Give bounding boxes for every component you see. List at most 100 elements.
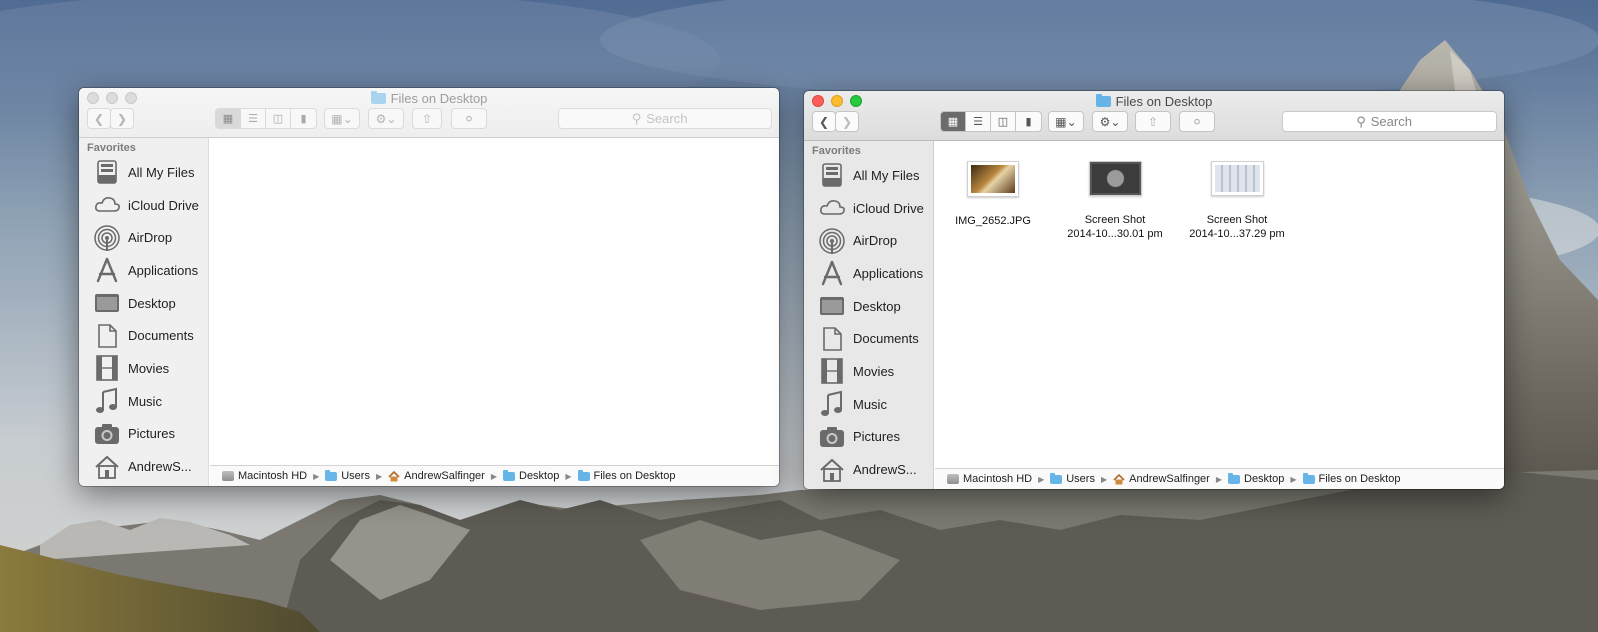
tag-button[interactable]: ⚪ bbox=[451, 108, 487, 129]
sidebar-item-desktop[interactable]: Desktop bbox=[804, 290, 933, 323]
sidebar-item-icloud[interactable]: iCloud Drive bbox=[79, 189, 208, 222]
path-crumb[interactable]: Macintosh HD bbox=[947, 473, 1032, 485]
finder-window-inactive[interactable]: Files on Desktop ❮ ❯ ▦ ☰ ◫ ▮ ▦⌄ ⚙⌄ ⇧ ⚪ ⚲… bbox=[79, 88, 779, 486]
path-crumb[interactable]: Files on Desktop bbox=[1302, 472, 1400, 485]
share-button[interactable]: ⇧ bbox=[412, 108, 442, 129]
action-button[interactable]: ⚙⌄ bbox=[1092, 111, 1128, 132]
path-crumb-label: Users bbox=[341, 470, 370, 482]
path-separator-icon: ▶ bbox=[1038, 474, 1045, 484]
hard-drive-icon bbox=[222, 471, 234, 481]
sidebar-item-pictures[interactable]: Pictures bbox=[79, 418, 208, 451]
icon-view-button[interactable]: ▦ bbox=[941, 112, 966, 131]
sidebar-item-documents[interactable]: Documents bbox=[804, 322, 933, 355]
cover-flow-button[interactable]: ▮ bbox=[1016, 112, 1041, 131]
path-crumb[interactable]: Users bbox=[1050, 472, 1095, 485]
icon-view-button[interactable]: ▦ bbox=[216, 109, 241, 128]
file-item-img-2652[interactable]: IMG_2652.JPG bbox=[933, 161, 1053, 228]
back-button[interactable]: ❮ bbox=[812, 111, 836, 132]
home-icon bbox=[388, 470, 400, 482]
column-view-button[interactable]: ◫ bbox=[266, 109, 291, 128]
folder-icon bbox=[1228, 472, 1240, 484]
sidebar-item-label: AndrewS... bbox=[128, 459, 192, 475]
path-crumb[interactable]: Desktop bbox=[1228, 472, 1285, 485]
sidebar-item-icloud[interactable]: iCloud Drive bbox=[804, 192, 933, 225]
search-icon: ⚲ bbox=[631, 110, 642, 126]
sidebar-item-desktop[interactable]: Desktop bbox=[79, 287, 208, 320]
sidebar-item-applications[interactable]: Applications bbox=[804, 257, 933, 290]
action-button[interactable]: ⚙⌄ bbox=[368, 108, 404, 129]
sidebar-item-movies[interactable]: Movies bbox=[804, 355, 933, 388]
title-bar[interactable]: Files on Desktop ❮ ❯ ▦ ☰ ◫ ▮ ▦⌄ ⚙⌄ ⇧ ⚪ ⚲ bbox=[804, 91, 1504, 141]
title-bar[interactable]: Files on Desktop ❮ ❯ ▦ ☰ ◫ ▮ ▦⌄ ⚙⌄ ⇧ ⚪ ⚲ bbox=[79, 88, 779, 138]
path-crumb[interactable]: AndrewSalfinger bbox=[388, 470, 485, 482]
home-icon bbox=[1113, 473, 1125, 485]
sidebar-item-all-my-files[interactable]: All My Files bbox=[804, 159, 933, 192]
search-input[interactable] bbox=[646, 111, 699, 126]
sidebar-item-music[interactable]: Music bbox=[79, 385, 208, 418]
search-field[interactable]: ⚲ bbox=[558, 108, 772, 129]
arrange-button[interactable]: ▦⌄ bbox=[1048, 111, 1084, 132]
sidebar-item-pictures[interactable]: Pictures bbox=[804, 421, 933, 454]
path-bar: Macintosh HD ▶ Users ▶ AndrewSalfinger ▶ Deskt… bbox=[210, 465, 779, 486]
path-crumb-label: Desktop bbox=[1244, 473, 1285, 485]
path-crumb[interactable]: Files on Desktop bbox=[577, 469, 676, 482]
tag-icon: ⚪ bbox=[463, 111, 475, 126]
search-field[interactable]: ⚲ bbox=[1282, 111, 1497, 132]
sidebar-item-home[interactable]: AndrewS... bbox=[804, 453, 933, 486]
forward-button[interactable]: ❯ bbox=[110, 108, 134, 129]
path-crumb[interactable]: Users bbox=[325, 469, 370, 482]
sidebar-item-label: Desktop bbox=[128, 295, 176, 311]
cover-flow-button[interactable]: ▮ bbox=[291, 109, 316, 128]
window-title: Files on Desktop bbox=[79, 91, 779, 106]
back-button[interactable]: ❮ bbox=[87, 108, 111, 129]
sidebar-item-label: Applications bbox=[853, 265, 924, 281]
movies-icon bbox=[93, 354, 121, 382]
file-content-area[interactable] bbox=[210, 138, 779, 465]
file-content-area[interactable]: IMG_2652.JPG Screen Shot 2014-10...30.01… bbox=[935, 141, 1504, 468]
list-view-button[interactable]: ☰ bbox=[966, 112, 991, 131]
path-crumb[interactable]: Macintosh HD bbox=[222, 470, 307, 482]
sidebar-item-label: Movies bbox=[128, 360, 170, 376]
column-view-button[interactable]: ◫ bbox=[991, 112, 1016, 131]
finder-window-active[interactable]: Files on Desktop ❮ ❯ ▦ ☰ ◫ ▮ ▦⌄ ⚙⌄ ⇧ ⚪ ⚲… bbox=[804, 91, 1504, 489]
sidebar-item-airdrop[interactable]: AirDrop bbox=[79, 221, 208, 254]
path-crumb[interactable]: Desktop bbox=[503, 469, 559, 482]
airdrop-icon bbox=[818, 227, 846, 255]
tag-button[interactable]: ⚪ bbox=[1179, 111, 1215, 132]
chevron-left-icon: ❮ bbox=[818, 114, 830, 129]
hard-drive-icon bbox=[947, 474, 959, 484]
path-separator-icon: ▶ bbox=[1100, 474, 1108, 484]
file-name: IMG_2652.JPG bbox=[955, 215, 1031, 227]
forward-button[interactable]: ❯ bbox=[835, 111, 859, 132]
desktop-icon bbox=[93, 289, 121, 317]
applications-icon bbox=[93, 256, 121, 284]
screenshot-thumbnail bbox=[1088, 161, 1142, 196]
movies-icon bbox=[818, 357, 846, 385]
list-view-button[interactable]: ☰ bbox=[241, 109, 266, 128]
sidebar-item-all-my-files[interactable]: All My Files bbox=[79, 156, 208, 189]
icloud-icon bbox=[93, 191, 121, 219]
folder-icon bbox=[503, 469, 515, 481]
folder-icon bbox=[370, 91, 386, 104]
arrange-button[interactable]: ▦⌄ bbox=[324, 108, 360, 129]
search-input[interactable] bbox=[1370, 114, 1423, 129]
file-item-screenshot-2[interactable]: Screen Shot 2014-10...37.29 pm bbox=[1177, 161, 1297, 241]
sidebar-item-movies[interactable]: Movies bbox=[79, 352, 208, 385]
path-crumb[interactable]: AndrewSalfinger bbox=[1113, 473, 1210, 485]
sidebar-item-label: Pictures bbox=[853, 429, 900, 445]
path-crumb-label: Macintosh HD bbox=[238, 470, 308, 482]
file-item-screenshot-1[interactable]: Screen Shot 2014-10...30.01 pm bbox=[1055, 161, 1175, 241]
sidebar-item-applications[interactable]: Applications bbox=[79, 254, 208, 287]
sidebar-item-music[interactable]: Music bbox=[804, 388, 933, 421]
toolbar: ❮ ❯ ▦ ☰ ◫ ▮ ▦⌄ ⚙⌄ ⇧ ⚪ ⚲ bbox=[79, 108, 779, 132]
sidebar-item-airdrop[interactable]: AirDrop bbox=[804, 224, 933, 257]
documents-icon bbox=[818, 325, 846, 353]
path-crumb-label: Files on Desktop bbox=[593, 470, 676, 482]
toolbar: ❮ ❯ ▦ ☰ ◫ ▮ ▦⌄ ⚙⌄ ⇧ ⚪ ⚲ bbox=[804, 111, 1504, 135]
share-button[interactable]: ⇧ bbox=[1135, 111, 1171, 132]
sidebar-item-home[interactable]: AndrewS... bbox=[79, 450, 208, 483]
path-separator-icon: ▶ bbox=[375, 471, 383, 481]
window-title-text: Files on Desktop bbox=[1115, 94, 1213, 109]
image-thumbnail bbox=[967, 161, 1019, 197]
sidebar-item-documents[interactable]: Documents bbox=[79, 319, 208, 352]
